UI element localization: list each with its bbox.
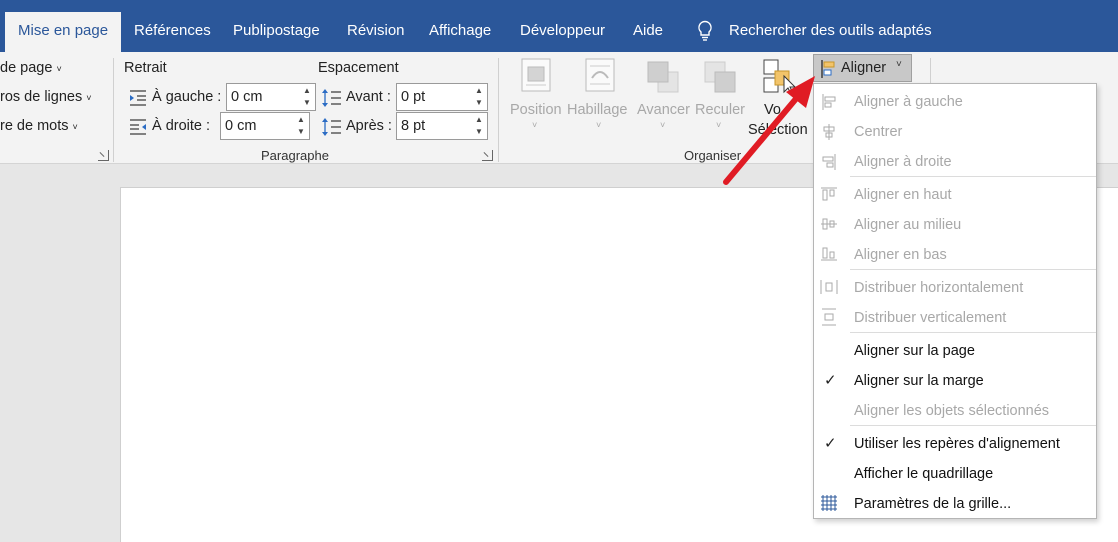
spacing-after-label: Après : [346, 118, 392, 134]
chevron-down-icon: ˅ [896, 59, 902, 70]
ribbon-tab-bar: Mise en page Références Publipostage Rév… [0, 0, 1118, 52]
avancer-button[interactable]: Avancer [637, 102, 690, 118]
organiser-group-label: Organiser [684, 148, 742, 163]
chevron-down-icon: ˅ [660, 120, 666, 130]
distribute-horizontal-icon [820, 280, 838, 294]
paragraphe-group-label: Paragraphe [261, 148, 329, 163]
sauts-de-page-button[interactable]: de page ˅ [0, 60, 62, 76]
indent-right-spinner[interactable]: ▲ ▼ [293, 113, 309, 139]
align-right-icon [822, 154, 836, 170]
spacing-after-icon [322, 118, 341, 136]
menu-separator [850, 269, 1096, 270]
grid-icon [821, 495, 837, 511]
menu-item-afficher-quadrillage[interactable]: Afficher le quadrillage [854, 466, 993, 482]
chevron-down-icon: ˅ [716, 120, 722, 130]
mise-en-page-launcher-icon[interactable] [98, 150, 109, 161]
tab-mise-en-page[interactable]: Mise en page [5, 12, 122, 52]
habillage-icon [585, 58, 615, 92]
reculer-button[interactable]: Reculer [695, 102, 745, 118]
align-center-icon [823, 124, 835, 140]
tab-revision[interactable]: Révision [334, 12, 418, 52]
reculer-icon [704, 61, 736, 93]
menu-item-aligner-a-droite: Aligner à droite [854, 154, 952, 170]
chevron-down-icon: ˅ [532, 120, 538, 130]
tab-affichage[interactable]: Affichage [416, 12, 504, 52]
checkmark-icon: ✓ [824, 372, 837, 389]
menu-item-parametres-grille[interactable]: Paramètres de la grille... [854, 496, 1011, 512]
tell-me-search[interactable]: Rechercher des outils adaptés [729, 12, 932, 50]
distribute-vertical-icon [822, 308, 836, 326]
menu-item-distribuer-verticalement: Distribuer verticalement [854, 310, 1007, 326]
spacing-before-label: Avant : [346, 89, 391, 105]
menu-item-distribuer-horizontalement: Distribuer horizontalement [854, 280, 1024, 296]
spacing-before-icon [322, 89, 341, 107]
menu-item-aligner-a-gauche: Aligner à gauche [854, 94, 963, 110]
spacing-after-spinner[interactable]: ▲ ▼ [471, 113, 487, 139]
menu-separator [850, 425, 1096, 426]
align-left-icon [822, 94, 836, 110]
chevron-down-icon: ˅ [596, 120, 602, 130]
spacing-after-input[interactable]: 8 pt ▲ ▼ [396, 112, 488, 140]
espacement-title: Espacement [318, 60, 399, 76]
numeros-de-lignes-button[interactable]: ros de lignes ˅ [0, 89, 92, 105]
align-objects-icon [821, 60, 835, 78]
indent-right-icon [130, 119, 146, 135]
align-bottom-icon [821, 247, 837, 261]
tab-publipostage[interactable]: Publipostage [220, 12, 333, 52]
group-divider [113, 58, 114, 162]
align-middle-icon [821, 218, 837, 230]
tab-developpeur[interactable]: Développeur [507, 12, 618, 52]
align-top-icon [821, 187, 837, 201]
indent-right-label: À droite : [152, 118, 211, 134]
aligner-label: Aligner [841, 60, 887, 76]
paragraphe-launcher-icon[interactable] [482, 150, 493, 161]
tab-aide[interactable]: Aide [620, 12, 676, 52]
coupure-de-mots-button[interactable]: re de mots ˅ [0, 118, 78, 134]
indent-left-spinner[interactable]: ▲ ▼ [299, 84, 315, 110]
position-button[interactable]: Position [510, 102, 562, 118]
indent-left-input[interactable]: 0 cm ▲ ▼ [226, 83, 316, 111]
aligner-button[interactable]: Aligner ˅ [813, 54, 912, 82]
habillage-button[interactable]: Habillage [567, 102, 627, 118]
menu-item-centrer: Centrer [854, 124, 903, 140]
menu-item-utiliser-reperes[interactable]: Utiliser les repères d'alignement [854, 436, 1060, 452]
spacing-before-input[interactable]: 0 pt ▲ ▼ [396, 83, 488, 111]
selection-pane-button[interactable]: Sélection [748, 122, 808, 138]
menu-separator [850, 176, 1096, 177]
avancer-icon [647, 61, 679, 93]
group-divider [498, 58, 499, 162]
spacing-before-spinner[interactable]: ▲ ▼ [471, 84, 487, 110]
menu-item-aligner-en-haut: Aligner en haut [854, 187, 952, 203]
menu-item-aligner-objets-selectionnes: Aligner les objets sélectionnés [854, 403, 1050, 419]
tab-references[interactable]: Références [121, 12, 224, 52]
aligner-dropdown-menu: Aligner à gauche Centrer Aligner à droit… [813, 83, 1097, 519]
position-icon [521, 58, 551, 92]
lightbulb-icon [698, 20, 712, 41]
indent-right-input[interactable]: 0 cm ▲ ▼ [220, 112, 310, 140]
menu-item-aligner-sur-la-page[interactable]: Aligner sur la page [854, 343, 975, 359]
checkmark-icon: ✓ [824, 435, 837, 452]
menu-item-aligner-au-milieu: Aligner au milieu [854, 217, 962, 233]
retrait-title: Retrait [124, 60, 167, 76]
menu-item-aligner-sur-la-marge[interactable]: Aligner sur la marge [854, 373, 984, 389]
indent-left-label: À gauche : [152, 89, 222, 105]
selection-pane-icon [763, 59, 797, 95]
indent-left-icon [130, 90, 146, 106]
menu-separator [850, 332, 1096, 333]
menu-item-aligner-en-bas: Aligner en bas [854, 247, 947, 263]
selection-pane-button-top[interactable]: Vo [764, 102, 781, 118]
